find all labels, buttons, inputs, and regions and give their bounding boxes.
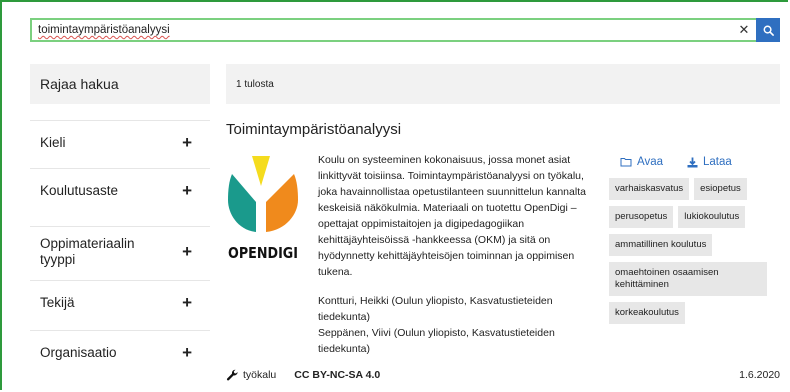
filter-material-type[interactable]: Oppimateriaalin tyyppi + [30,226,210,276]
search-button[interactable] [756,18,780,42]
result-description: Koulu on systeeminen kokonaisuus, jossa … [318,154,586,278]
wrench-icon [226,369,238,380]
search-input-value[interactable]: toimintaympäristöanalyysi [38,20,170,40]
plus-icon[interactable]: + [182,293,192,313]
search-input[interactable]: toimintaympäristöanalyysi [30,18,732,42]
tag[interactable]: korkeakoulutus [609,302,685,324]
filter-language[interactable]: Kieli + [30,120,210,164]
result-count-bar: 1 tulosta [226,64,780,104]
publish-date: 1.6.2020 [739,369,780,381]
filter-author[interactable]: Tekijä + [30,280,210,324]
result-actions: Avaa Lataa [620,156,732,168]
close-icon[interactable]: ✕ [739,22,750,38]
material-type-label: työkalu [243,369,277,381]
folder-icon [620,158,632,167]
result-authors: Kontturi, Heikki (Oulun yliopisto, Kasva… [318,293,598,357]
filter-label: Oppimateriaalin tyyppi [40,235,135,267]
open-link[interactable]: Avaa [620,156,663,168]
download-link[interactable]: Lataa [687,156,732,168]
material-type: työkalu [226,369,276,382]
license-label: CC BY-NC-SA 4.0 [294,369,381,381]
tag[interactable]: lukiokoulutus [678,206,746,228]
filter-sidebar: Rajaa hakua Kieli + Koulutusaste + Oppim… [30,64,210,362]
filter-label: Tekijä [40,295,75,310]
filter-label: Kieli [40,135,66,150]
tag[interactable]: omaehtoinen osaamisen kehittäminen [609,262,767,296]
open-label[interactable]: Avaa [637,156,663,168]
author-entry: Kontturi, Heikki (Oulun yliopisto, Kasva… [318,295,553,323]
plus-icon[interactable]: + [182,343,192,363]
opendigi-logo: OPENDIGI [228,156,298,262]
plus-icon[interactable]: + [182,133,192,153]
plus-icon[interactable]: + [182,181,192,201]
logo-text: OPENDIGI [228,244,298,262]
tag[interactable]: perusopetus [609,206,674,228]
filter-heading: Rajaa hakua [30,64,210,104]
education-level-tags: varhaiskasvatus esiopetus perusopetus lu… [609,178,779,324]
result-meta-row: työkalu CC BY-NC-SA 4.0 1.6.2020 [226,368,780,382]
filter-label: Organisaatio [40,345,117,360]
filter-organisation[interactable]: Organisaatio + [30,330,210,374]
filter-education-level[interactable]: Koulutusaste + [30,168,210,212]
tag[interactable]: ammatillinen koulutus [609,234,713,256]
tag[interactable]: esiopetus [694,178,747,200]
download-icon [687,157,698,167]
search-icon[interactable] [763,25,774,36]
plus-icon[interactable]: + [182,242,192,262]
download-label[interactable]: Lataa [703,156,732,168]
tag[interactable]: varhaiskasvatus [609,178,690,200]
search-bar: toimintaympäristöanalyysi ✕ [30,18,780,42]
filter-label: Koulutusaste [40,183,119,198]
result-title[interactable]: Toimintaympäristöanalyysi [226,121,401,138]
result-count: 1 tulosta [236,78,274,90]
author-entry: Seppänen, Viivi (Oulun yliopisto, Kasvat… [318,327,555,355]
clear-search-button[interactable]: ✕ [732,18,756,42]
